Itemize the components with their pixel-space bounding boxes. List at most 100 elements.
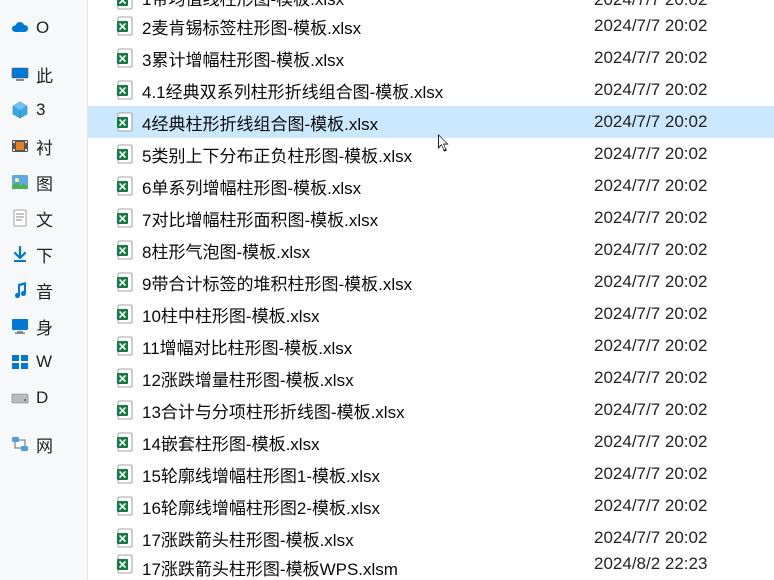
- box3d-icon: [10, 100, 30, 120]
- sidebar-item-label: 图: [36, 170, 53, 195]
- download-icon: [10, 244, 30, 264]
- file-date: 2024/7/7 20:02: [594, 208, 774, 228]
- file-row[interactable]: 4.1经典双系列柱形折线组合图-模板.xlsx2024/7/7 20:02: [88, 74, 774, 106]
- file-row[interactable]: 5类别上下分布正负柱形图-模板.xlsx2024/7/7 20:02: [88, 138, 774, 170]
- file-row[interactable]: 14嵌套柱形图-模板.xlsx2024/7/7 20:02: [88, 426, 774, 458]
- file-name: 12涨跌增量柱形图-模板.xlsx: [142, 365, 594, 391]
- file-row[interactable]: 2麦肯锡标签柱形图-模板.xlsx2024/7/7 20:02: [88, 10, 774, 42]
- file-date: 2024/7/7 20:02: [594, 496, 774, 516]
- sidebar-item-picture[interactable]: 图: [10, 164, 83, 200]
- excel-file-icon: [116, 144, 136, 164]
- sidebar-item-download[interactable]: 下: [10, 236, 83, 272]
- excel-file-icon: [116, 0, 136, 10]
- file-row[interactable]: 17涨跌箭头柱形图-模板.xlsx2024/7/7 20:02: [88, 522, 774, 554]
- file-row[interactable]: 3累计增幅柱形图-模板.xlsx2024/7/7 20:02: [88, 42, 774, 74]
- excel-file-icon: [116, 304, 136, 324]
- file-date: 2024/7/7 20:02: [594, 16, 774, 36]
- file-name: 10柱中柱形图-模板.xlsx: [142, 301, 594, 327]
- file-date: 2024/7/7 20:02: [594, 304, 774, 324]
- file-name: 11增幅对比柱形图-模板.xlsx: [142, 333, 594, 359]
- video-icon: [10, 136, 30, 156]
- sidebar-item-desktop[interactable]: 身: [10, 308, 83, 344]
- sidebar-item-label: 此: [36, 62, 53, 87]
- file-name: 1带均值线柱形图-模板.xlsx: [142, 0, 594, 10]
- network-icon: [10, 434, 30, 454]
- sidebar-item-label: 3: [36, 100, 45, 120]
- excel-file-icon: [116, 48, 136, 68]
- sidebar-item-label: O: [36, 18, 49, 38]
- sidebar-item-music[interactable]: 音: [10, 272, 83, 308]
- sidebar-item-network[interactable]: 网: [10, 426, 83, 462]
- file-row[interactable]: 7对比增幅柱形面积图-模板.xlsx2024/7/7 20:02: [88, 202, 774, 234]
- excel-file-icon: [116, 240, 136, 260]
- file-name: 3累计增幅柱形图-模板.xlsx: [142, 45, 594, 71]
- pc-icon: [10, 64, 30, 84]
- file-name: 16轮廓线增幅柱形图2-模板.xlsx: [142, 493, 594, 519]
- excel-file-icon: [116, 80, 136, 100]
- picture-icon: [10, 172, 30, 192]
- file-name: 4.1经典双系列柱形折线组合图-模板.xlsx: [142, 77, 594, 103]
- file-date: 2024/7/7 20:02: [594, 336, 774, 356]
- sidebar-item-onedrive[interactable]: O: [10, 10, 83, 46]
- file-date: 2024/8/2 22:23: [594, 554, 774, 574]
- file-name: 5类别上下分布正负柱形图-模板.xlsx: [142, 141, 594, 167]
- file-name: 17涨跌箭头柱形图-模板.xlsx: [142, 525, 594, 551]
- excel-file-icon: [116, 464, 136, 484]
- file-row[interactable]: 8柱形气泡图-模板.xlsx2024/7/7 20:02: [88, 234, 774, 266]
- sidebar-item-label: 下: [36, 242, 53, 267]
- sidebar-item-document[interactable]: 文: [10, 200, 83, 236]
- file-name: 2麦肯锡标签柱形图-模板.xlsx: [142, 13, 594, 39]
- excel-file-icon: [116, 16, 136, 36]
- file-date: 2024/7/7 20:02: [594, 368, 774, 388]
- music-icon: [10, 280, 30, 300]
- sidebar-item-label: D: [36, 388, 48, 408]
- file-date: 2024/7/7 20:02: [594, 400, 774, 420]
- file-row[interactable]: 16轮廓线增幅柱形图2-模板.xlsx2024/7/7 20:02: [88, 490, 774, 522]
- excel-file-icon: [116, 528, 136, 548]
- sidebar-item-windows[interactable]: W: [10, 344, 83, 380]
- file-row[interactable]: 10柱中柱形图-模板.xlsx2024/7/7 20:02: [88, 298, 774, 330]
- file-name: 15轮廓线增幅柱形图1-模板.xlsx: [142, 461, 594, 487]
- file-date: 2024/7/7 20:02: [594, 528, 774, 548]
- excel-file-icon: [116, 496, 136, 516]
- sidebar-item-video[interactable]: 衬: [10, 128, 83, 164]
- file-row[interactable]: 6单系列增幅柱形图-模板.xlsx2024/7/7 20:02: [88, 170, 774, 202]
- onedrive-icon: [10, 18, 30, 38]
- sidebar-item-label: 音: [36, 278, 53, 303]
- file-row[interactable]: 4经典柱形折线组合图-模板.xlsx2024/7/7 20:02: [88, 106, 774, 138]
- file-row[interactable]: 17涨跌箭头柱形图-模板WPS.xlsm2024/8/2 22:23: [88, 554, 774, 580]
- file-name: 6单系列增幅柱形图-模板.xlsx: [142, 173, 594, 199]
- sidebar-item-label: 网: [36, 432, 53, 457]
- file-date: 2024/7/7 20:02: [594, 80, 774, 100]
- document-icon: [10, 208, 30, 228]
- file-date: 2024/7/7 20:02: [594, 112, 774, 132]
- sidebar-item-label: 文: [36, 206, 53, 231]
- file-name: 7对比增幅柱形面积图-模板.xlsx: [142, 205, 594, 231]
- file-row[interactable]: 1带均值线柱形图-模板.xlsx2024/7/7 20:02: [88, 0, 774, 10]
- file-row[interactable]: 13合计与分项柱形折线图-模板.xlsx2024/7/7 20:02: [88, 394, 774, 426]
- file-row[interactable]: 15轮廓线增幅柱形图1-模板.xlsx2024/7/7 20:02: [88, 458, 774, 490]
- file-name: 9带合计标签的堆积柱形图-模板.xlsx: [142, 269, 594, 295]
- file-row[interactable]: 9带合计标签的堆积柱形图-模板.xlsx2024/7/7 20:02: [88, 266, 774, 298]
- file-date: 2024/7/7 20:02: [594, 0, 774, 10]
- file-date: 2024/7/7 20:02: [594, 432, 774, 452]
- sidebar-item-drive[interactable]: D: [10, 380, 83, 416]
- sidebar-item-pc[interactable]: 此: [10, 56, 83, 92]
- excel-file-icon: [116, 272, 136, 292]
- file-date: 2024/7/7 20:02: [594, 272, 774, 292]
- excel-file-icon: [116, 208, 136, 228]
- sidebar-item-box3d[interactable]: 3: [10, 92, 83, 128]
- sidebar-item-label: W: [36, 352, 52, 372]
- file-row[interactable]: 11增幅对比柱形图-模板.xlsx2024/7/7 20:02: [88, 330, 774, 362]
- drive-icon: [10, 388, 30, 408]
- file-row[interactable]: 12涨跌增量柱形图-模板.xlsx2024/7/7 20:02: [88, 362, 774, 394]
- sidebar-item-label: 身: [36, 314, 53, 339]
- file-date: 2024/7/7 20:02: [594, 144, 774, 164]
- excel-file-icon: [116, 400, 136, 420]
- file-date: 2024/7/7 20:02: [594, 48, 774, 68]
- desktop-icon: [10, 316, 30, 336]
- windows-icon: [10, 352, 30, 372]
- file-name: 4经典柱形折线组合图-模板.xlsx: [142, 109, 594, 135]
- file-name: 8柱形气泡图-模板.xlsx: [142, 237, 594, 263]
- file-name: 17涨跌箭头柱形图-模板WPS.xlsm: [142, 554, 594, 580]
